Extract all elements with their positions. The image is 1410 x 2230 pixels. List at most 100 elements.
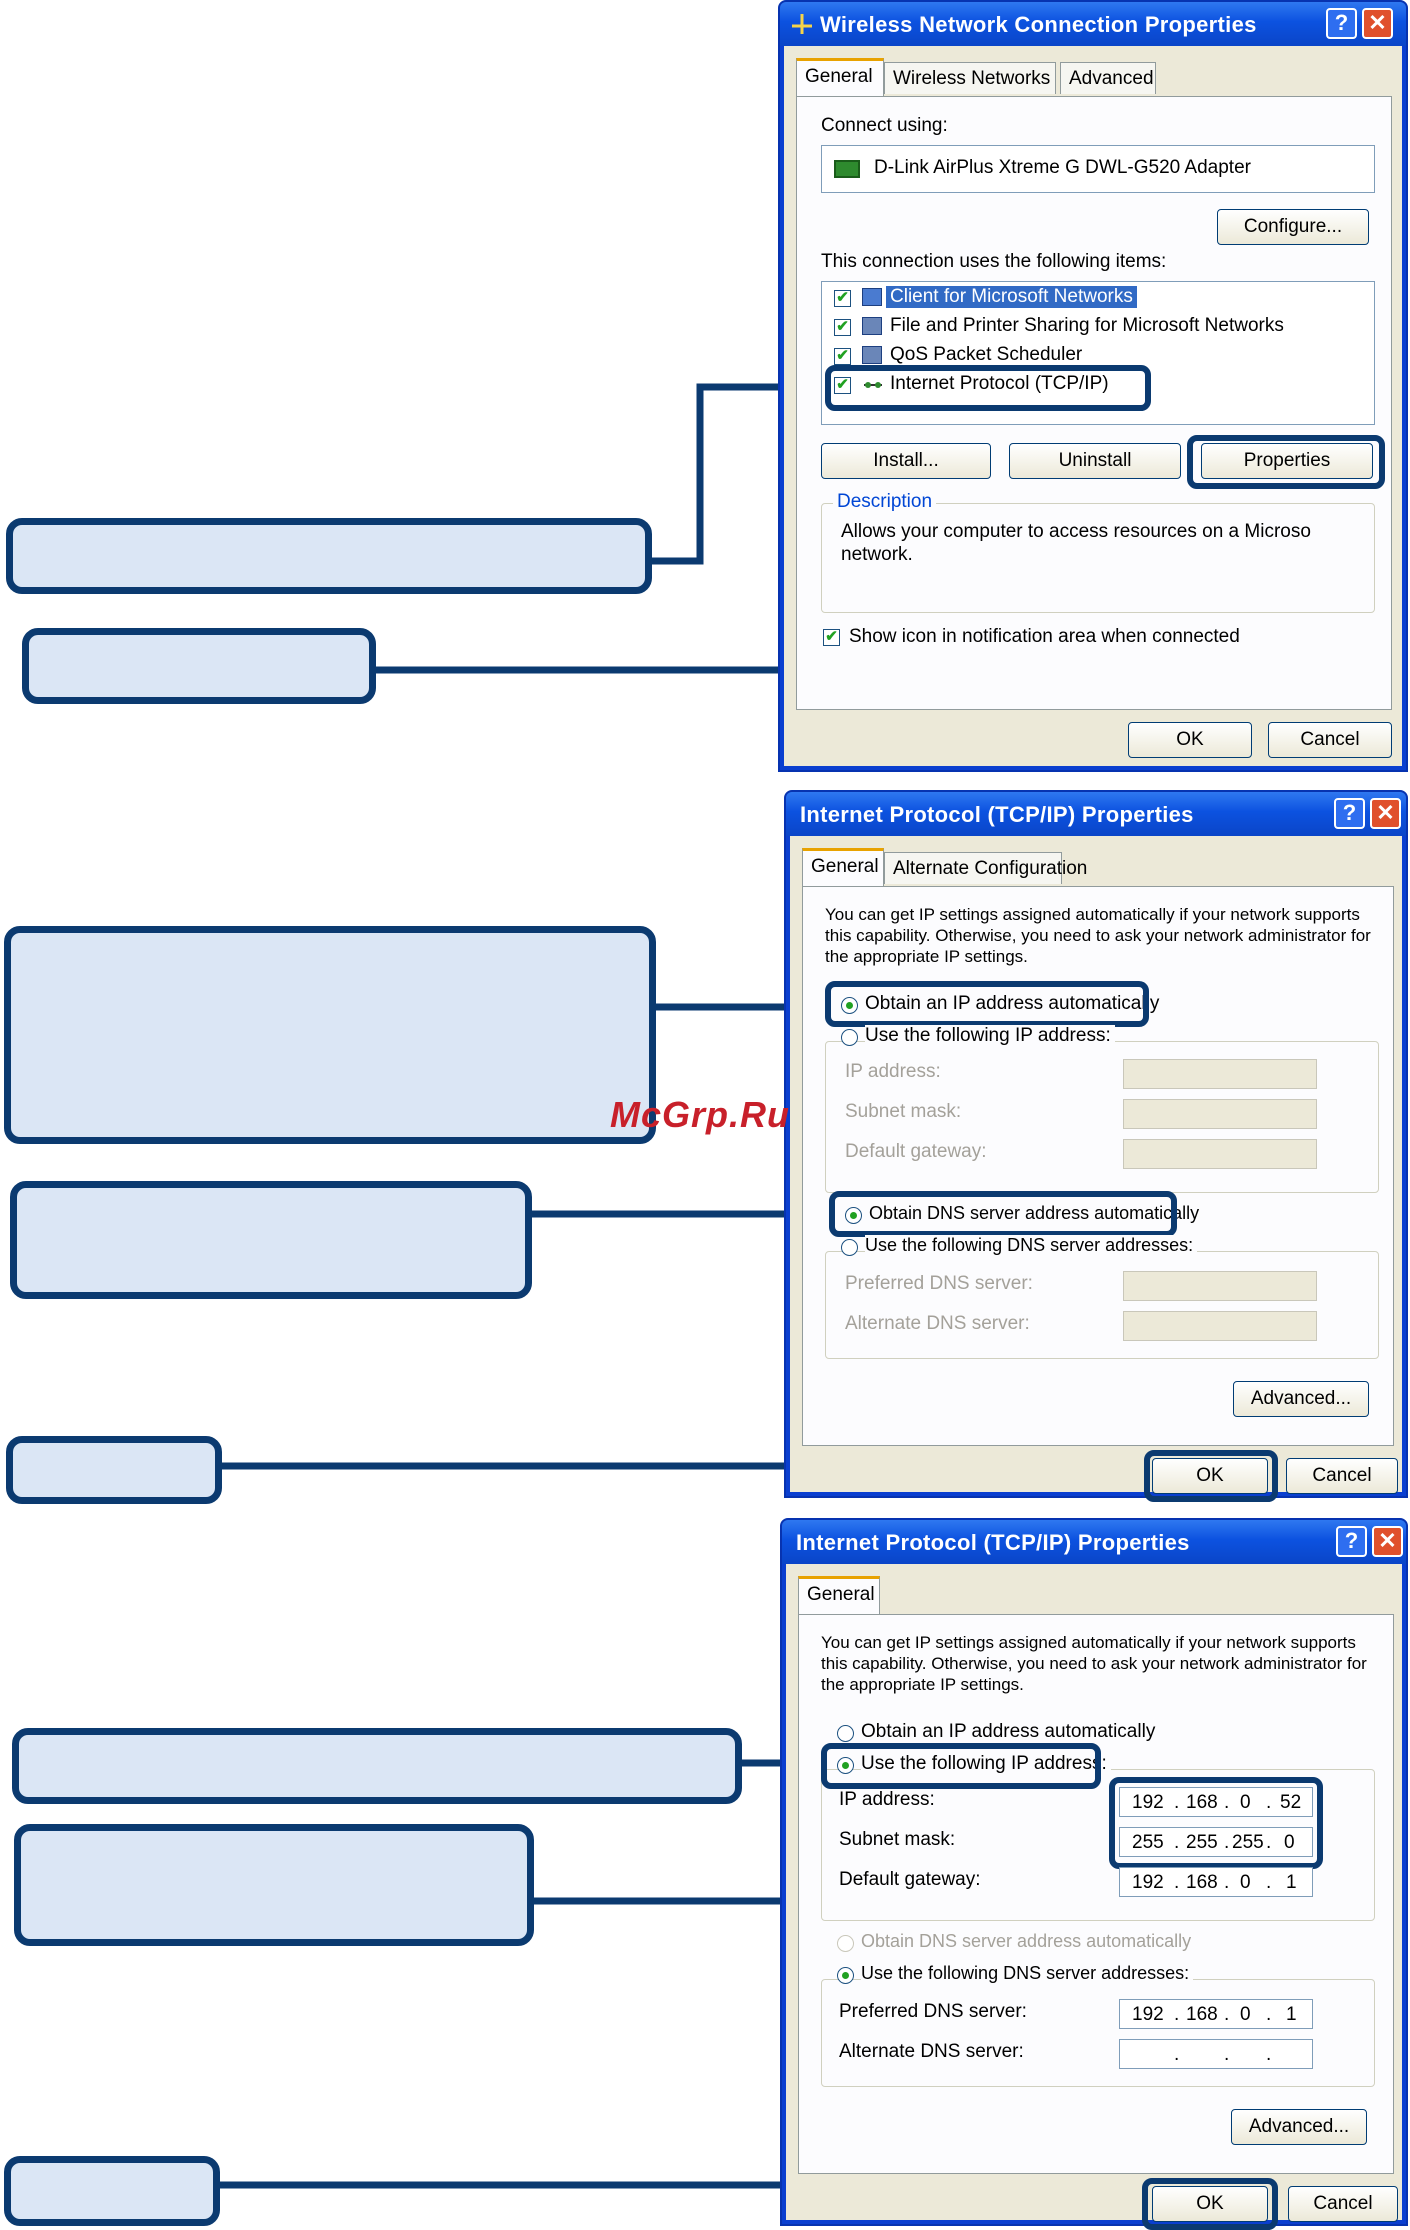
obtain-ip-auto-label[interactable]: Obtain an IP address automatically bbox=[861, 1721, 1155, 1743]
ip-address-field bbox=[1123, 1059, 1317, 1089]
description-title: Description bbox=[833, 491, 937, 513]
configure-button[interactable]: Configure... bbox=[1217, 209, 1369, 245]
obtain-dns-highlight bbox=[829, 1191, 1177, 1237]
connect-using-label: Connect using: bbox=[821, 115, 948, 136]
advanced-button[interactable]: Advanced... bbox=[1231, 2109, 1367, 2145]
default-gateway-label: Default gateway: bbox=[845, 1141, 987, 1162]
tcpip-highlight bbox=[825, 365, 1151, 411]
preferred-dns-octet-1: 192 bbox=[1132, 2004, 1164, 2025]
tab-general[interactable]: General bbox=[796, 58, 884, 96]
wireless-connection-properties-dialog: Wireless Network Connection Properties ?… bbox=[778, 0, 1408, 772]
ip-address-label: IP address: bbox=[839, 1789, 935, 1810]
install-button[interactable]: Install... bbox=[821, 443, 991, 479]
adapter-card-icon bbox=[834, 160, 860, 178]
use-following-ip-label[interactable]: Use the following IP address: bbox=[865, 1025, 1115, 1047]
callout-box-click-ok-3 bbox=[4, 2156, 220, 2226]
default-gateway-octet-4: 1 bbox=[1286, 1872, 1297, 1893]
preferred-dns-field bbox=[1123, 1271, 1317, 1301]
dns-group bbox=[825, 1251, 1379, 1359]
intro-line1: You can get IP settings assigned automat… bbox=[821, 1633, 1356, 1652]
cancel-button[interactable]: Cancel bbox=[1268, 722, 1392, 758]
ok-button[interactable]: OK bbox=[1128, 722, 1252, 758]
preferred-dns-field[interactable]: 192. 168. 0. 1 bbox=[1119, 1999, 1313, 2029]
tab-wireless-networks[interactable]: Wireless Networks bbox=[884, 62, 1056, 94]
item-checkbox-file-sharing[interactable]: ✔ bbox=[834, 319, 851, 336]
cancel-button[interactable]: Cancel bbox=[1288, 2186, 1398, 2222]
close-button[interactable]: ✕ bbox=[1362, 8, 1393, 39]
item-label-client[interactable]: Client for Microsoft Networks bbox=[886, 286, 1137, 308]
dialog-client-area: General You can get IP settings assigned… bbox=[786, 1564, 1402, 2230]
use-static-ip-highlight bbox=[821, 1743, 1101, 1789]
dns-group bbox=[821, 1979, 1375, 2087]
callout-box-select-tcpip bbox=[6, 518, 652, 594]
close-button[interactable]: ✕ bbox=[1370, 798, 1401, 829]
callout-box-click-ok-2 bbox=[6, 1436, 222, 1504]
callout-box-use-static-ip bbox=[12, 1728, 742, 1804]
close-button[interactable]: ✕ bbox=[1372, 1526, 1403, 1557]
help-button[interactable]: ? bbox=[1336, 1526, 1367, 1557]
title-bar: Internet Protocol (TCP/IP) Properties ? … bbox=[786, 792, 1406, 836]
adapter-field: D-Link AirPlus Xtreme G DWL-G520 Adapter bbox=[821, 145, 1375, 193]
use-following-dns-label[interactable]: Use the following DNS server addresses: bbox=[865, 1235, 1198, 1256]
use-following-ip-radio[interactable] bbox=[841, 1029, 858, 1046]
ip-address-label: IP address: bbox=[845, 1061, 941, 1082]
tab-general[interactable]: General bbox=[802, 848, 884, 886]
intro-line3: the appropriate IP settings. bbox=[825, 947, 1028, 966]
description-text-line2: network. bbox=[841, 544, 913, 565]
item-label-qos[interactable]: QoS Packet Scheduler bbox=[890, 344, 1082, 366]
advanced-button[interactable]: Advanced... bbox=[1233, 1381, 1369, 1417]
alternate-dns-label: Alternate DNS server: bbox=[839, 2041, 1024, 2062]
subnet-mask-label: Subnet mask: bbox=[839, 1829, 956, 1850]
ip-values-highlight bbox=[1109, 1777, 1323, 1869]
properties-highlight bbox=[1187, 435, 1385, 489]
dialog-title: Wireless Network Connection Properties bbox=[820, 12, 1257, 37]
use-following-dns-radio[interactable] bbox=[837, 1967, 854, 1984]
default-gateway-octet-1: 192 bbox=[1132, 1872, 1164, 1893]
tcpip-properties-dialog-auto: Internet Protocol (TCP/IP) Properties ? … bbox=[784, 790, 1408, 1502]
use-following-dns-label[interactable]: Use the following DNS server addresses: bbox=[861, 1963, 1194, 1984]
default-gateway-label: Default gateway: bbox=[839, 1869, 981, 1890]
help-button[interactable]: ? bbox=[1326, 8, 1357, 39]
callout-box-obtain-ip-auto bbox=[4, 926, 656, 1144]
dialog-client-area: General Alternate Configuration You can … bbox=[790, 836, 1402, 1502]
adapter-name: D-Link AirPlus Xtreme G DWL-G520 Adapter bbox=[874, 157, 1251, 178]
description-text-line1: Allows your computer to access resources… bbox=[841, 521, 1311, 542]
uninstall-button[interactable]: Uninstall bbox=[1009, 443, 1181, 479]
dialog-title: Internet Protocol (TCP/IP) Properties bbox=[800, 802, 1194, 827]
intro-line2: this capability. Otherwise, you need to … bbox=[821, 1654, 1367, 1673]
item-checkbox-client[interactable]: ✔ bbox=[834, 290, 851, 307]
default-gateway-octet-2: 168 bbox=[1186, 1872, 1218, 1893]
alternate-dns-field[interactable]: ... bbox=[1119, 2039, 1313, 2069]
item-checkbox-qos[interactable]: ✔ bbox=[834, 348, 851, 365]
default-gateway-field[interactable]: 192. 168. 0. 1 bbox=[1119, 1867, 1313, 1897]
obtain-ip-auto-radio[interactable] bbox=[837, 1725, 854, 1742]
watermark-text: McGrp.Ru bbox=[610, 1094, 791, 1135]
obtain-dns-auto-radio bbox=[837, 1935, 854, 1952]
show-icon-label: Show icon in notification area when conn… bbox=[849, 626, 1240, 647]
subnet-mask-field bbox=[1123, 1099, 1317, 1129]
cancel-button[interactable]: Cancel bbox=[1286, 1458, 1398, 1494]
default-gateway-octet-3: 0 bbox=[1240, 1872, 1251, 1893]
preferred-dns-octet-2: 168 bbox=[1186, 2004, 1218, 2025]
tab-alternate-configuration[interactable]: Alternate Configuration bbox=[884, 852, 1087, 884]
items-label: This connection uses the following items… bbox=[821, 251, 1167, 272]
intro-line1: You can get IP settings assigned automat… bbox=[825, 905, 1360, 924]
ok-highlight bbox=[1144, 1450, 1278, 1502]
use-following-dns-radio[interactable] bbox=[841, 1239, 858, 1256]
item-label-file-sharing[interactable]: File and Printer Sharing for Microsoft N… bbox=[890, 315, 1284, 337]
show-icon-checkbox[interactable]: ✔ bbox=[823, 629, 840, 646]
callout-box-enter-ip-values bbox=[14, 1824, 534, 1946]
tab-general[interactable]: General bbox=[798, 1576, 880, 1614]
general-panel: Connect using: D-Link AirPlus Xtreme G D… bbox=[796, 96, 1392, 710]
title-bar: Wireless Network Connection Properties ?… bbox=[780, 2, 1406, 46]
preferred-dns-octet-3: 0 bbox=[1240, 2004, 1251, 2025]
preferred-dns-label: Preferred DNS server: bbox=[839, 2001, 1027, 2022]
scheduler-icon bbox=[862, 346, 882, 364]
obtain-ip-highlight bbox=[825, 981, 1149, 1027]
help-button[interactable]: ? bbox=[1334, 798, 1365, 829]
tab-advanced[interactable]: Advanced bbox=[1060, 62, 1156, 94]
dialog-client-area: General Wireless Networks Advanced Conne… bbox=[784, 46, 1402, 766]
dialog-title: Internet Protocol (TCP/IP) Properties bbox=[796, 1530, 1190, 1555]
printer-icon bbox=[862, 317, 882, 335]
intro-line3: the appropriate IP settings. bbox=[821, 1675, 1024, 1694]
